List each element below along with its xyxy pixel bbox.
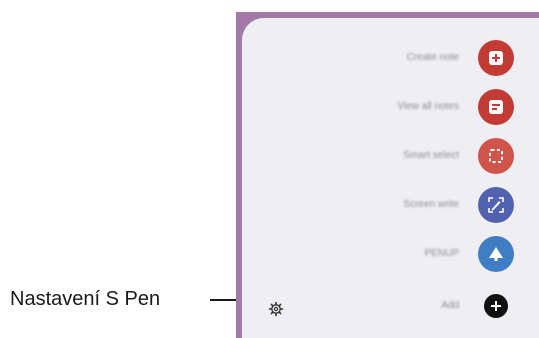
menu-item-label: Add (441, 300, 459, 311)
menu-item-add[interactable]: Add (242, 288, 539, 328)
menu-item-label: View all notes (397, 101, 459, 112)
menu-item-label: Screen write (403, 199, 459, 210)
menu-item-penup[interactable]: PENUP (242, 236, 539, 276)
settings-callout-label: Nastavení S Pen (10, 288, 161, 310)
screen-write-icon[interactable] (478, 187, 514, 223)
create-note-icon[interactable] (478, 40, 514, 76)
menu-item-screen-write[interactable]: Screen write (242, 187, 539, 227)
air-command-menu: Create note View all notes Smart select … (242, 18, 539, 338)
penup-icon[interactable] (478, 236, 514, 272)
menu-item-create-note[interactable]: Create note (242, 40, 539, 80)
menu-item-label: Smart select (403, 150, 459, 161)
menu-item-view-all-notes[interactable]: View all notes (242, 89, 539, 129)
menu-item-label: PENUP (424, 248, 459, 259)
air-command-panel: Create note View all notes Smart select … (236, 12, 539, 338)
menu-item-label: Create note (406, 52, 459, 63)
add-icon[interactable] (484, 294, 508, 318)
view-notes-icon[interactable] (478, 89, 514, 125)
smart-select-icon[interactable] (478, 138, 514, 174)
gear-icon[interactable] (268, 301, 284, 317)
menu-item-smart-select[interactable]: Smart select (242, 138, 539, 178)
